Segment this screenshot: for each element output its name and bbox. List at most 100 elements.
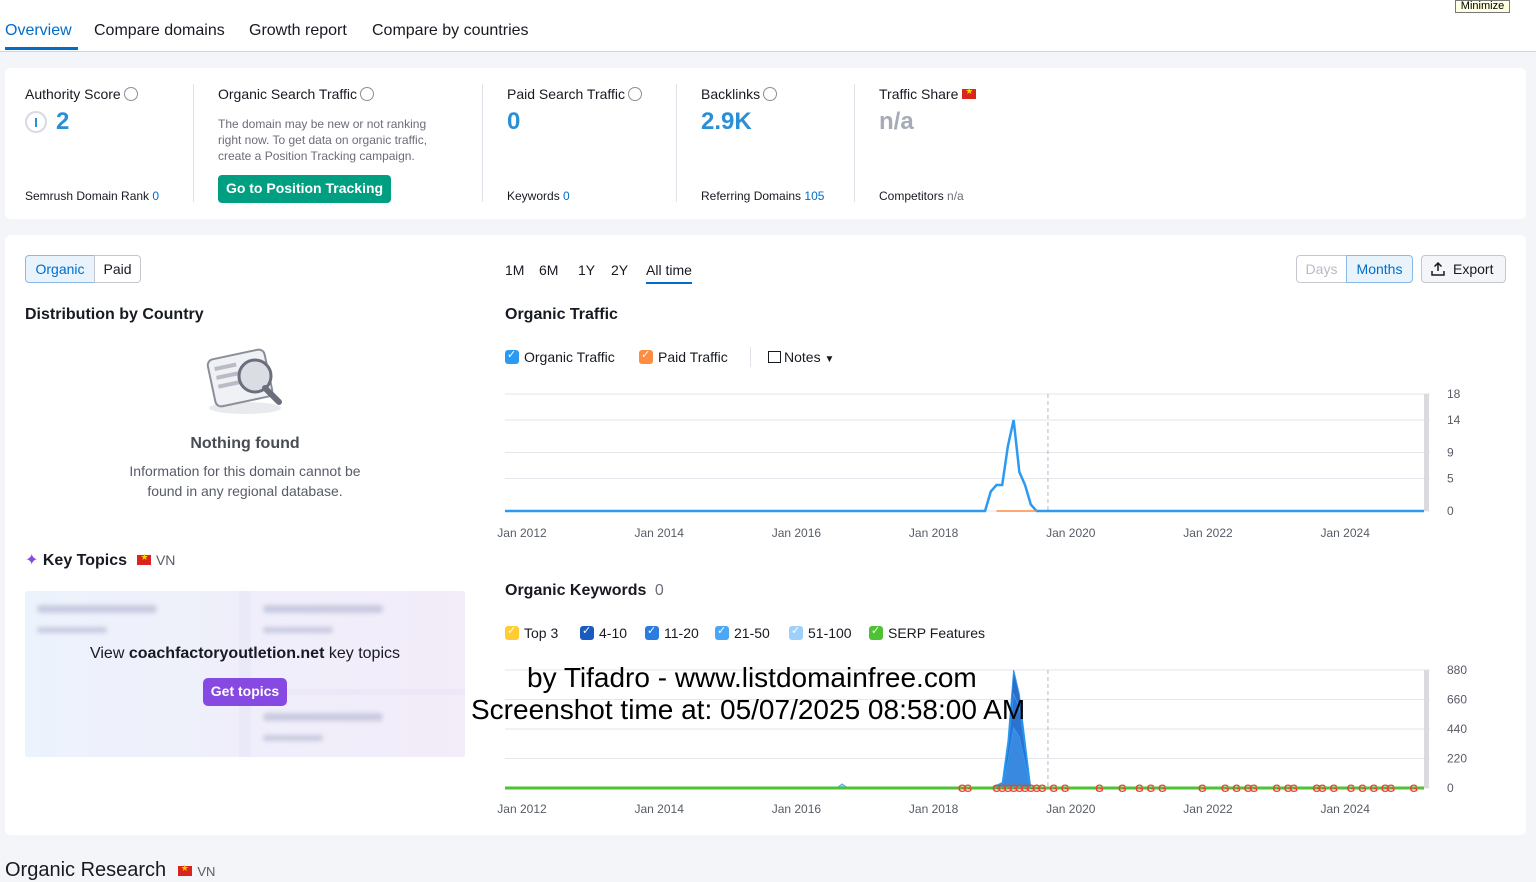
y-tick-label: 0 bbox=[1447, 504, 1454, 518]
key-topics-header: ✦ Key Topics VN bbox=[25, 550, 175, 570]
google-update-icon: G bbox=[1358, 783, 1367, 795]
organic-traffic-checkbox[interactable]: Organic Traffic bbox=[505, 348, 615, 365]
traffic-share-value: n/a bbox=[879, 108, 914, 135]
serp-features-checkbox[interactable]: SERP Features bbox=[869, 624, 985, 641]
referring-domains-label: Referring Domains bbox=[701, 189, 802, 203]
y-tick-label: 660 bbox=[1447, 693, 1467, 707]
y-tick-label: 440 bbox=[1447, 722, 1467, 736]
go-to-position-tracking-button[interactable]: Go to Position Tracking bbox=[218, 175, 391, 203]
help-icon[interactable] bbox=[628, 87, 643, 101]
google-update-icon: G bbox=[1061, 783, 1070, 795]
google-update-icon: G bbox=[1118, 783, 1127, 795]
organic-traffic-chart[interactable]: 0 5 9 14 18 Jan 2012 Jan 2014 Jan 2016 Jan 2018 J… bbox=[490, 380, 1490, 550]
google-update-icon: G bbox=[1347, 783, 1356, 795]
watermark-line-1: by Tifadro - www.listdomainfree.com bbox=[527, 662, 977, 693]
period-6m[interactable]: 6M bbox=[539, 262, 558, 278]
organic-research-header: Organic Research VN bbox=[5, 859, 215, 882]
google-update-icon: G bbox=[1272, 783, 1281, 795]
y-tick-label: 9 bbox=[1447, 446, 1454, 460]
authority-score-widget: Authority Score bbox=[25, 86, 138, 102]
google-update-icon: G bbox=[964, 783, 973, 795]
domain-rank-value[interactable]: 0 bbox=[152, 189, 159, 203]
x-tick-label: Jan 2016 bbox=[772, 526, 822, 540]
organic-traffic-line bbox=[505, 419, 1424, 513]
vietnam-flag-icon bbox=[177, 863, 192, 876]
tab-overview[interactable]: Overview bbox=[5, 22, 72, 40]
google-update-icon: G bbox=[1370, 783, 1379, 795]
backlinks-value[interactable]: 2.9K bbox=[701, 108, 752, 136]
organic-keywords-header: Organic Keywords 0 bbox=[505, 582, 664, 600]
nothing-found-text: Information for this domain cannot be fo… bbox=[129, 463, 361, 499]
view-key-topics-text: View coachfactoryoutletion.net key topic… bbox=[89, 645, 400, 662]
notes-dropdown[interactable]: Notes ▼ bbox=[768, 349, 834, 365]
x-tick-label: Jan 2014 bbox=[635, 802, 685, 816]
help-icon[interactable] bbox=[123, 87, 138, 101]
help-icon[interactable] bbox=[360, 87, 375, 101]
x-tick-label: Jan 2018 bbox=[909, 526, 959, 540]
x-tick-label: Jan 2022 bbox=[1183, 526, 1233, 540]
x-tick-label: Jan 2020 bbox=[1046, 526, 1096, 540]
x-tick-label: Jan 2016 bbox=[772, 802, 822, 816]
organic-traffic-chart-title: Organic Traffic bbox=[505, 306, 618, 323]
google-update-icon: G bbox=[1387, 783, 1396, 795]
key-topics-title: Key Topics bbox=[42, 552, 128, 569]
export-icon bbox=[1431, 262, 1445, 276]
y-tick-label: 880 bbox=[1447, 663, 1467, 677]
y-tick-label: 14 bbox=[1447, 413, 1461, 427]
21-50-checkbox[interactable]: 21-50 bbox=[715, 624, 770, 641]
paid-traffic-label: Paid Search Traffic bbox=[507, 86, 626, 102]
google-update-icon: G bbox=[1049, 783, 1058, 795]
keywords-value[interactable]: 0 bbox=[563, 189, 570, 203]
organic-traffic-note: The domain may be new or not ranking rig… bbox=[218, 117, 428, 163]
google-update-icon: G bbox=[1135, 783, 1144, 795]
google-update-icon: G bbox=[1329, 783, 1338, 795]
months-toggle[interactable]: Months bbox=[1346, 255, 1413, 283]
google-update-icon: G bbox=[1198, 783, 1207, 795]
export-button[interactable]: Export bbox=[1421, 255, 1506, 283]
google-update-icon: G bbox=[1095, 783, 1104, 795]
forecast-band bbox=[1424, 394, 1429, 511]
top3-checkbox[interactable]: Top 3 bbox=[505, 624, 558, 641]
paid-traffic-checkbox[interactable]: Paid Traffic bbox=[639, 348, 728, 365]
domain-rank-label: Semrush Domain Rank bbox=[25, 189, 150, 203]
days-toggle[interactable]: Days bbox=[1296, 255, 1347, 283]
top-navigation: Minimize Overview Compare domains Growth… bbox=[0, 0, 1536, 52]
google-update-icon: G bbox=[1221, 783, 1230, 795]
x-tick-label: Jan 2012 bbox=[497, 802, 547, 816]
tab-compare-domains[interactable]: Compare domains bbox=[94, 22, 225, 40]
magnifier-illustration-icon bbox=[206, 348, 282, 414]
forecast-band bbox=[1424, 670, 1429, 788]
tab-growth-report[interactable]: Growth report bbox=[249, 22, 347, 40]
51-100-checkbox[interactable]: 51-100 bbox=[789, 624, 852, 641]
11-20-checkbox[interactable]: 11-20 bbox=[645, 624, 699, 641]
blurred-topic-card bbox=[25, 591, 239, 757]
domain-name: coachfactoryoutletion.net bbox=[128, 645, 325, 662]
paid-traffic-value[interactable]: 0 bbox=[507, 108, 520, 136]
google-update-icon: G bbox=[1038, 783, 1047, 795]
blurred-text bbox=[37, 605, 157, 613]
blurred-text bbox=[263, 627, 333, 633]
x-tick-label: Jan 2024 bbox=[1321, 526, 1371, 540]
nothing-found-title: Nothing found bbox=[190, 435, 300, 452]
help-icon[interactable] bbox=[763, 87, 778, 101]
google-update-icon: G bbox=[1289, 783, 1298, 795]
period-all-time[interactable]: All time bbox=[646, 262, 692, 284]
metrics-card: Authority Score 2 Semrush Domain Rank 0 … bbox=[5, 68, 1526, 219]
organic-research-country: VN bbox=[197, 864, 216, 879]
get-topics-button[interactable]: Get topics bbox=[203, 678, 287, 706]
referring-domains-value[interactable]: 105 bbox=[804, 189, 824, 203]
period-2y[interactable]: 2Y bbox=[611, 262, 628, 278]
google-update-icon: G bbox=[1410, 783, 1419, 795]
window-strip bbox=[0, 0, 1536, 20]
period-1y[interactable]: 1Y bbox=[578, 262, 595, 278]
organic-toggle[interactable]: Organic bbox=[25, 255, 95, 283]
tab-compare-by-countries[interactable]: Compare by countries bbox=[372, 22, 529, 40]
x-tick-label: Jan 2014 bbox=[635, 526, 685, 540]
paid-toggle[interactable]: Paid bbox=[94, 255, 141, 283]
4-10-checkbox[interactable]: 4-10 bbox=[580, 624, 627, 641]
minimize-tooltip[interactable]: Minimize bbox=[1455, 0, 1510, 13]
backlinks-label: Backlinks bbox=[701, 86, 761, 102]
period-1m[interactable]: 1M bbox=[505, 262, 524, 278]
y-tick-label: 5 bbox=[1447, 472, 1454, 486]
divider bbox=[193, 84, 194, 202]
